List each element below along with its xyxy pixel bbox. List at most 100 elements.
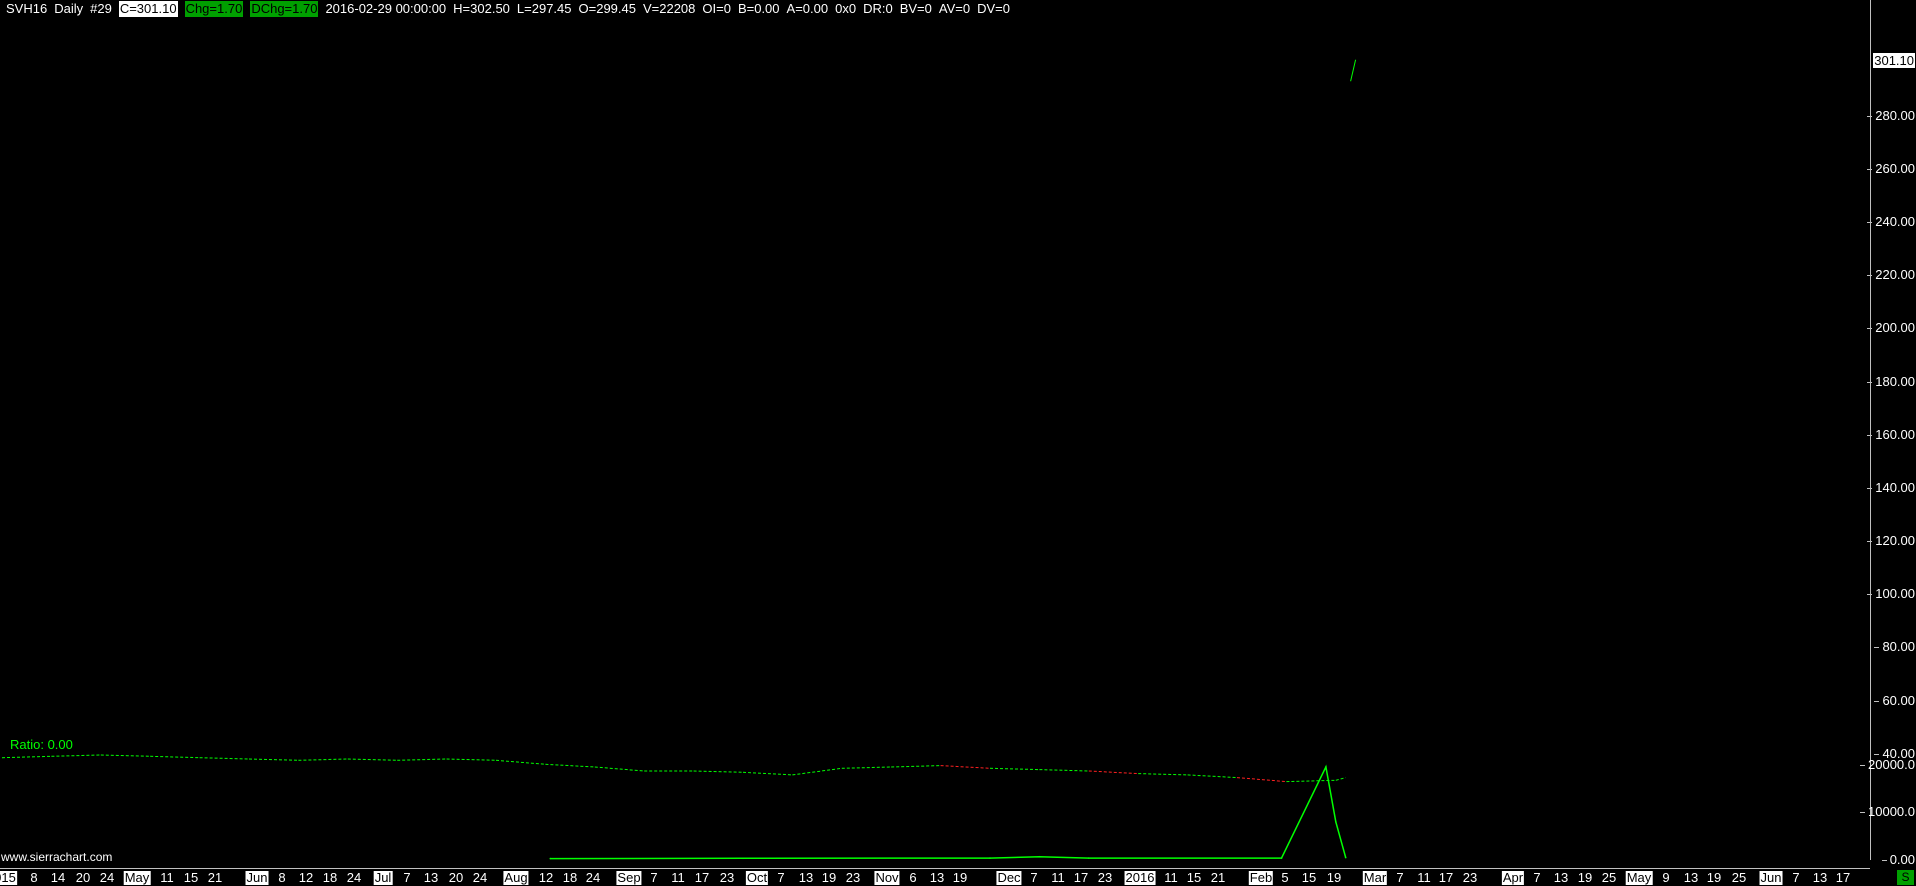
volume-series-group <box>549 764 1347 860</box>
price-segment <box>397 758 447 761</box>
volume-point <box>742 857 744 860</box>
price-segment <box>841 766 892 769</box>
price-segment <box>100 754 151 757</box>
price-segment <box>742 771 793 776</box>
time-axis-label: 19 <box>952 870 968 885</box>
time-axis-label: 25 <box>1601 870 1617 885</box>
time-axis-label: 11 <box>671 870 685 885</box>
price-segment <box>495 759 546 765</box>
time-axis-label: Apr <box>1501 870 1525 885</box>
price-axis[interactable]: 301.10 280.00 260.00 240.00 220.00 200.00 180… <box>1860 0 1916 867</box>
time-axis-label: 25 <box>1731 870 1747 885</box>
price-segment <box>150 755 200 759</box>
time-axis-label: 19 <box>821 870 837 885</box>
time-axis-label: Dec <box>996 870 1022 885</box>
time-axis-label: 14 <box>50 870 66 885</box>
time-axis-label: 13 <box>1553 870 1569 885</box>
time-axis-label: 11 <box>1051 870 1065 885</box>
time-axis-label: 24 <box>346 870 362 885</box>
volume-axis-label: 20000.0 <box>1860 757 1915 772</box>
time-axis-label: 8 <box>278 870 286 885</box>
time-axis-label: 7 <box>1030 870 1038 885</box>
price-axis-label: 120.00 <box>1867 534 1915 548</box>
price-axis-label: 240.00 <box>1867 215 1915 229</box>
price-axis-label: 260.00 <box>1867 161 1915 176</box>
time-axis-label: 6 <box>909 870 917 885</box>
watermark-text: www.sierrachart.com <box>1 850 113 864</box>
price-axis-label: 280.00 <box>1867 108 1915 123</box>
time-axis-label: 2016 <box>1124 870 1156 885</box>
plot-area[interactable] <box>0 0 1870 868</box>
time-axis-label: 7 <box>1792 870 1800 885</box>
price-segment <box>1187 774 1238 779</box>
time-axis-label: 17 <box>694 870 710 885</box>
price-segment <box>1335 777 1346 781</box>
time-axis-label: 7 <box>1533 870 1541 885</box>
volume-point <box>1280 857 1283 859</box>
price-segment <box>1039 769 1089 772</box>
time-axis-label: 17 <box>1438 870 1454 885</box>
price-axis-label: 200.00 <box>1867 321 1915 335</box>
time-axis-label: 20 <box>448 870 464 885</box>
price-segment <box>1 755 52 759</box>
time-axis-label: 17 <box>1073 870 1089 885</box>
time-axis-label: 13 <box>929 870 945 885</box>
time-axis-label: 7 <box>1396 870 1404 885</box>
time-axis-label: 24 <box>585 870 601 885</box>
chart-window[interactable]: SVH16 Daily #29 C=301.10 Chg=1.70 DChg=1… <box>0 0 1916 886</box>
time-axis-label: 7 <box>777 870 785 885</box>
time-axis-label: 20 <box>75 870 91 885</box>
price-axis-label: 60.00 <box>1874 693 1915 708</box>
time-axis-label: 23 <box>719 870 735 885</box>
time-axis-label: 17 <box>1835 870 1851 885</box>
time-axis-label: 24 <box>99 870 115 885</box>
volume-point <box>1038 855 1041 858</box>
time-axis-label: 15 <box>1301 870 1317 885</box>
price-segment <box>545 763 595 768</box>
time-axis-label: 015 <box>0 871 17 885</box>
volume-axis-label: 10000.0 <box>1860 805 1915 819</box>
time-axis-label: 21 <box>207 870 223 885</box>
price-series-group <box>1 59 1357 783</box>
time-axis-label: Aug <box>503 870 529 885</box>
volume-point <box>989 857 991 859</box>
price-axis-label: 180.00 <box>1867 374 1915 389</box>
price-segment <box>693 770 744 773</box>
time-axis-label: Nov <box>874 870 900 885</box>
time-axis-label: 13 <box>1683 870 1699 885</box>
price-segment <box>792 767 842 776</box>
last-price-marker: 301.10 <box>1873 52 1915 68</box>
time-axis-label: 9 <box>1662 870 1670 885</box>
time-axis-label: 18 <box>322 870 338 885</box>
time-axis-label: 13 <box>798 870 814 885</box>
price-segment <box>248 758 299 761</box>
time-axis-label: 19 <box>1577 870 1593 885</box>
price-segment <box>298 758 348 761</box>
volume-point <box>1088 857 1090 859</box>
time-axis-label: Sep <box>616 870 642 885</box>
time-axis-label: 23 <box>1097 870 1113 885</box>
price-segment <box>940 765 991 769</box>
time-axis-label: May <box>123 870 151 885</box>
time-axis[interactable]: 015 8 14 20 24 May 11 15 21 Jun 8 12 18 24 Jul 7 13 20 24 A… <box>0 868 1870 886</box>
time-axis-label: 23 <box>845 870 861 885</box>
time-axis-label: 23 <box>1462 870 1478 885</box>
price-segment <box>446 758 497 761</box>
time-axis-label: 8 <box>30 870 38 885</box>
time-axis-label: 24 <box>472 870 488 885</box>
corner-badge[interactable]: S <box>1897 870 1914 885</box>
price-segment <box>594 766 645 772</box>
time-axis-label: 21 <box>1210 870 1226 885</box>
time-axis-label: Mar <box>1362 870 1388 885</box>
time-axis-label: 13 <box>1812 870 1828 885</box>
time-axis-label: 13 <box>423 870 439 885</box>
price-segment <box>891 765 941 768</box>
price-segment <box>1236 777 1287 783</box>
volume-point <box>1335 821 1337 823</box>
time-axis-label: 11 <box>1417 870 1431 885</box>
time-axis-label: Feb <box>1248 870 1274 885</box>
price-axis-label: 80.00 <box>1874 640 1915 654</box>
time-axis-label: 11 <box>1164 870 1178 885</box>
time-axis-label: 18 <box>562 870 578 885</box>
time-axis-label: Jun <box>245 870 269 885</box>
